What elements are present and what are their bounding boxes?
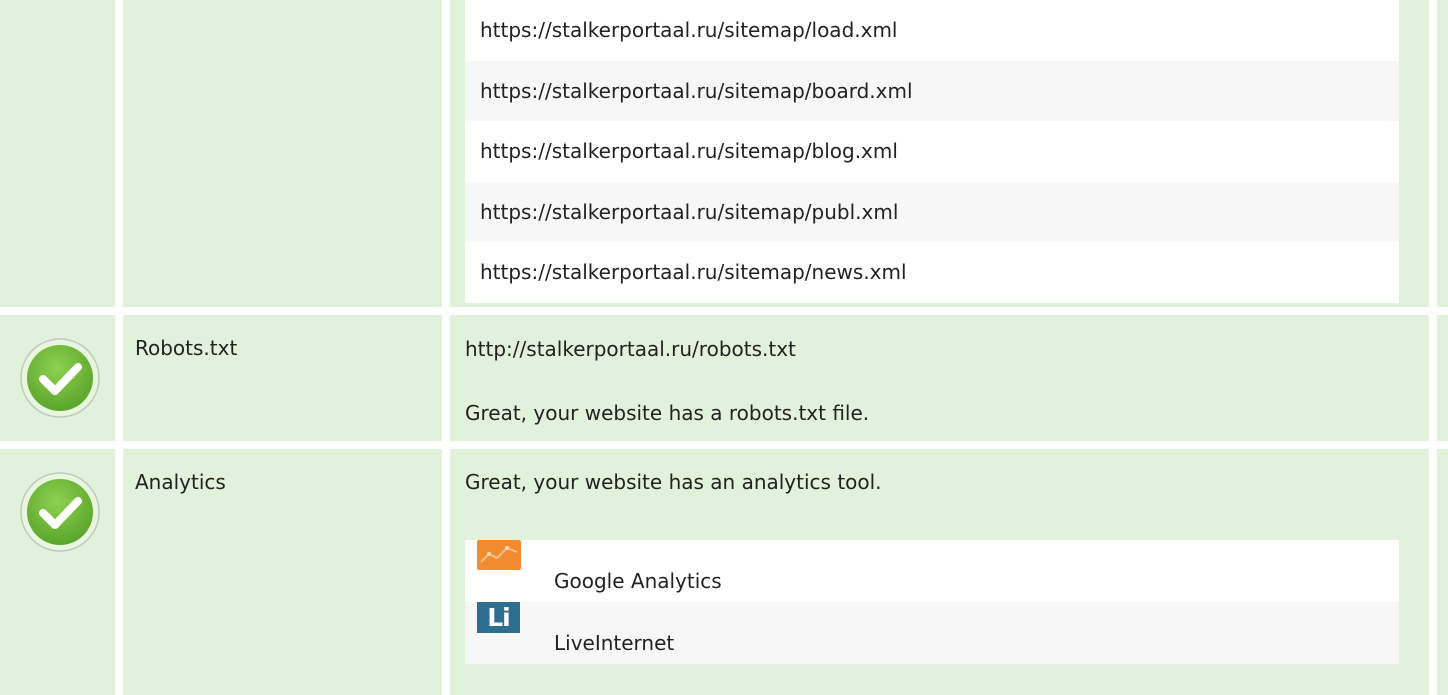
- analytics-row: Analytics Great, your website has an ana…: [0, 449, 1448, 695]
- sitemap-url[interactable]: https://stalkerportaal.ru/sitemap/load.x…: [465, 0, 1399, 61]
- google-analytics-icon: [477, 540, 521, 570]
- analytics-content-cell: Great, your website has an analytics too…: [450, 449, 1429, 695]
- sitemap-content-cell: https://stalkerportaal.ru/sitemap/load.x…: [450, 0, 1429, 307]
- analytics-right-cell: [1437, 449, 1448, 695]
- tool-name: Google Analytics: [554, 569, 722, 593]
- tool-name: LiveInternet: [554, 631, 675, 655]
- robots-url[interactable]: http://stalkerportaal.ru/robots.txt: [465, 337, 796, 361]
- robots-status-cell: [0, 315, 115, 441]
- liveinternet-icon: Li: [477, 602, 520, 633]
- robots-right-cell: [1437, 315, 1448, 441]
- check-circle-icon: [20, 472, 100, 552]
- sitemap-url[interactable]: https://stalkerportaal.ru/sitemap/news.x…: [465, 242, 1399, 303]
- sitemap-url[interactable]: https://stalkerportaal.ru/sitemap/publ.x…: [465, 181, 1399, 242]
- analytics-status-cell: [0, 449, 115, 695]
- sitemap-row: https://stalkerportaal.ru/sitemap/load.x…: [0, 0, 1448, 307]
- robots-message: Great, your website has a robots.txt fil…: [465, 401, 870, 425]
- sitemap-label-cell: [123, 0, 442, 307]
- analytics-label-cell: Analytics: [123, 449, 442, 695]
- robots-label: Robots.txt: [135, 336, 238, 360]
- analytics-tool-item: Li LiveInternet: [465, 602, 1399, 664]
- analytics-label: Analytics: [135, 470, 226, 494]
- sitemap-right-cell: [1437, 0, 1448, 307]
- analytics-tools-list: Google Analytics Li LiveInternet: [465, 540, 1399, 664]
- analytics-tool-item: Google Analytics: [465, 540, 1399, 602]
- sitemap-url[interactable]: https://stalkerportaal.ru/sitemap/blog.x…: [465, 121, 1399, 182]
- sitemap-url[interactable]: https://stalkerportaal.ru/sitemap/board.…: [465, 60, 1399, 121]
- robots-label-cell: Robots.txt: [123, 315, 442, 441]
- analytics-message: Great, your website has an analytics too…: [465, 470, 882, 494]
- sitemap-status-cell: [0, 0, 115, 307]
- robots-row: Robots.txt http://stalkerportaal.ru/robo…: [0, 315, 1448, 441]
- robots-content-cell: http://stalkerportaal.ru/robots.txt Grea…: [450, 315, 1429, 441]
- sitemap-url-list: https://stalkerportaal.ru/sitemap/load.x…: [465, 0, 1399, 303]
- check-circle-icon: [20, 338, 100, 418]
